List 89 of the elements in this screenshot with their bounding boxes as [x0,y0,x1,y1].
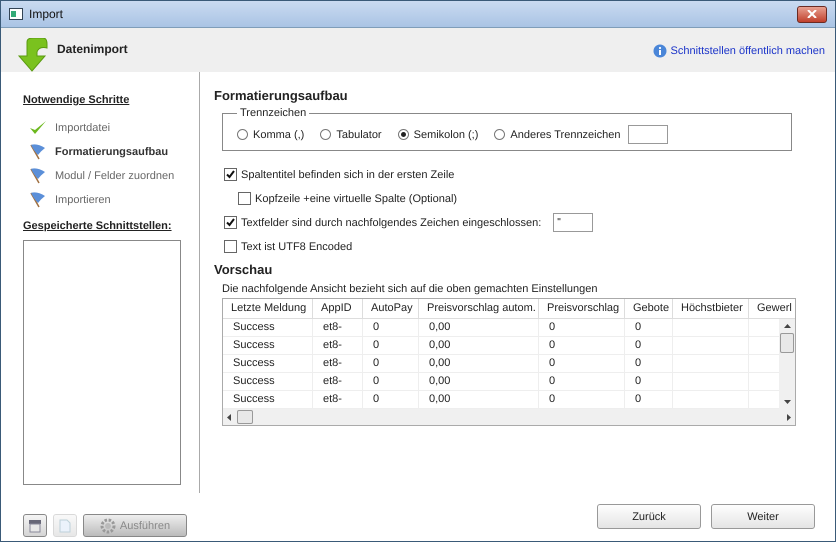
table-cell: Success [223,355,313,372]
scroll-thumb[interactable] [237,410,253,424]
step-label: Importieren [55,194,111,206]
step-label: Modul / Felder zuordnen [55,170,174,182]
quote-char-field[interactable]: " [553,213,594,232]
app-icon [9,8,23,20]
table-cell: 0,00 [419,373,539,390]
scroll-right-icon[interactable] [787,414,791,420]
table-cell: et8- [313,337,363,354]
table-cell: 0 [539,391,625,408]
table-cell: 0 [539,355,625,372]
radio-button[interactable] [398,129,409,140]
column-header[interactable]: Letzte Meldung [223,299,313,318]
section-heading: Gespeicherte Schnittstellen: [23,220,173,232]
back-button[interactable]: Zurück [597,504,701,529]
table-cell: et8- [313,373,363,390]
column-header[interactable]: Gewerl [749,299,794,318]
checkbox[interactable] [224,216,237,229]
table-cell: et8- [313,391,363,408]
table-cell: 0 [539,337,625,354]
scroll-left-icon[interactable] [227,414,231,420]
horizontal-scrollbar[interactable] [223,409,795,425]
radio-option[interactable]: Anderes Trennzeichen [494,128,620,140]
preview-note: Die nachfolgende Ansicht bezieht sich auf die oben gemachten Einstellungen [221,283,598,295]
table-cell: 0 [625,319,673,336]
table-cell: 0 [625,373,673,390]
delete-button[interactable] [23,514,47,537]
info-icon [652,44,666,58]
publish-link[interactable]: Schnittstellen öffentlich machen [652,44,825,58]
scroll-thumb[interactable] [780,333,794,353]
section-heading: Notwendige Schritte [23,94,130,106]
close-icon [807,10,817,18]
table-cell: 0 [539,373,625,390]
saved-list[interactable] [23,240,181,485]
radio-button[interactable] [320,129,332,140]
table-cell: 0,00 [419,337,539,354]
radio-option[interactable]: Komma (,) [237,128,304,140]
table-cell: 0 [363,373,419,390]
checkbox[interactable] [224,240,237,253]
group-label: Trennzeichen [239,107,308,119]
table-cell: Success [223,373,313,390]
section-title: Formatierungsaufbau [214,88,349,103]
table-cell: 0 [363,337,419,354]
table-cell: et8- [313,319,363,336]
checkbox[interactable] [238,192,251,205]
trash-icon [28,518,42,532]
close-button[interactable] [797,6,827,22]
table-cell: et8- [313,355,363,372]
radio-option[interactable]: Tabulator [320,128,382,140]
column-header[interactable]: Preisvorschlag autom. [419,299,539,318]
table-cell: 0 [363,355,419,372]
section-title: Vorschau [214,262,274,277]
download-arrow-icon [17,38,49,72]
table-cell: 0 [625,391,673,408]
separator-field[interactable] [628,125,668,144]
table-cell: Success [223,391,313,408]
table-cell: Success [223,337,313,354]
radio-button[interactable] [237,129,248,140]
window-title: Import [29,7,64,21]
column-header[interactable]: AppID [313,299,363,318]
table-cell: 0 [625,337,673,354]
table-cell: 0,00 [419,391,539,408]
step-label: Formatierungsaufbau [55,146,168,158]
checkbox-label: Kopfzeile +eine virtuelle Spalte (Optional) [255,192,458,204]
vertical-scrollbar[interactable] [779,319,795,409]
step-label: Importdatei [55,122,110,134]
column-header[interactable]: Gebote [625,299,673,318]
radio-button[interactable] [494,129,506,140]
checkbox-label: Spaltentitel befinden sich in der ersten Zeile [241,168,454,180]
checkbox-label: Text ist UTF8 Encoded [241,240,352,252]
gear-icon [100,518,116,534]
checkbox-label: Textfelder sind durch nachfolgendes Zeichen eingeschlossen: [241,216,542,228]
column-header[interactable]: AutoPay [363,299,419,318]
table-cell: 0,00 [419,355,539,372]
next-button[interactable]: Weiter [711,504,815,529]
table-cell: 0 [363,391,419,408]
header-title: Datenimport [57,42,129,56]
table-cell: 0 [539,319,625,336]
checkbox[interactable] [224,168,237,181]
radio-option[interactable]: Semikolon (;) [398,128,478,140]
scroll-up-icon[interactable] [784,324,790,328]
column-header[interactable]: Preisvorschlag [539,299,625,318]
column-header[interactable]: Höchstbieter [673,299,749,318]
table-cell: 0,00 [419,319,539,336]
table-cell: 0 [625,355,673,372]
table-cell: 0 [363,319,419,336]
table-cell: Success [223,319,313,336]
document-icon [59,518,71,532]
scroll-down-icon[interactable] [784,400,790,404]
